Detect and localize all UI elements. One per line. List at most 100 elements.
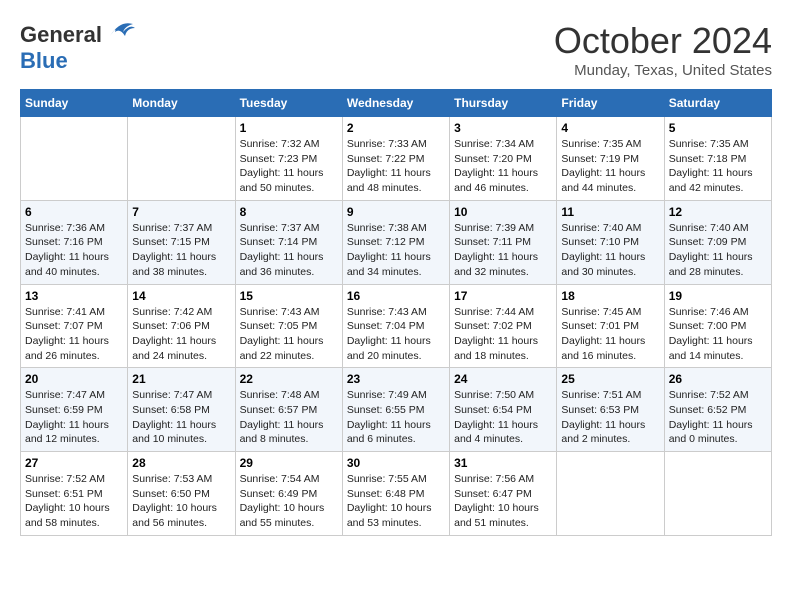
calendar-header-row: SundayMondayTuesdayWednesdayThursdayFrid… xyxy=(21,90,772,117)
day-number: 10 xyxy=(454,205,552,219)
day-content: Sunrise: 7:35 AMSunset: 7:18 PMDaylight:… xyxy=(669,137,767,196)
day-number: 2 xyxy=(347,121,445,135)
calendar-cell: 31 Sunrise: 7:56 AMSunset: 6:47 PMDayligh… xyxy=(450,452,557,536)
title-block: October 2024 Munday, Texas, United State… xyxy=(554,20,772,79)
day-content: Sunrise: 7:33 AMSunset: 7:22 PMDaylight:… xyxy=(347,137,445,196)
day-number: 5 xyxy=(669,121,767,135)
weekday-header-tuesday: Tuesday xyxy=(235,90,342,117)
calendar-cell: 2 Sunrise: 7:33 AMSunset: 7:22 PMDaylight… xyxy=(342,117,449,201)
day-number: 20 xyxy=(25,372,123,386)
calendar-cell: 22Sunrise: 7:48 AMSunset: 6:57 PMDayligh… xyxy=(235,368,342,452)
day-content: Sunrise: 7:41 AMSunset: 7:07 PMDaylight:… xyxy=(25,305,123,364)
day-content: Sunrise: 7:47 AMSunset: 6:58 PMDaylight:… xyxy=(132,388,230,447)
day-number: 31 xyxy=(454,456,552,470)
calendar-cell: 14Sunrise: 7:42 AMSunset: 7:06 PMDayligh… xyxy=(128,284,235,368)
calendar-cell: 25Sunrise: 7:51 AMSunset: 6:53 PMDayligh… xyxy=(557,368,664,452)
logo: General Blue xyxy=(20,20,135,74)
day-content: Sunrise: 7:52 AMSunset: 6:52 PMDaylight:… xyxy=(669,388,767,447)
calendar-cell: 26 Sunrise: 7:52 AMSunset: 6:52 PMDayligh… xyxy=(664,368,771,452)
day-number: 24 xyxy=(454,372,552,386)
calendar-cell: 10 Sunrise: 7:39 AMSunset: 7:11 PMDayligh… xyxy=(450,200,557,284)
day-content: Sunrise: 7:54 AMSunset: 6:49 PMDaylight:… xyxy=(240,472,338,531)
day-number: 18 xyxy=(561,289,659,303)
day-number: 29 xyxy=(240,456,338,470)
weekday-header-thursday: Thursday xyxy=(450,90,557,117)
calendar-cell: 19 Sunrise: 7:46 AMSunset: 7:00 PMDayligh… xyxy=(664,284,771,368)
calendar-cell: 9Sunrise: 7:38 AMSunset: 7:12 PMDaylight… xyxy=(342,200,449,284)
calendar-cell: 18Sunrise: 7:45 AMSunset: 7:01 PMDayligh… xyxy=(557,284,664,368)
day-content: Sunrise: 7:34 AMSunset: 7:20 PMDaylight:… xyxy=(454,137,552,196)
weekday-header-wednesday: Wednesday xyxy=(342,90,449,117)
day-content: Sunrise: 7:49 AMSunset: 6:55 PMDaylight:… xyxy=(347,388,445,447)
weekday-header-monday: Monday xyxy=(128,90,235,117)
calendar-week-row: 13 Sunrise: 7:41 AMSunset: 7:07 PMDayligh… xyxy=(21,284,772,368)
day-content: Sunrise: 7:37 AMSunset: 7:15 PMDaylight:… xyxy=(132,221,230,280)
day-content: Sunrise: 7:32 AMSunset: 7:23 PMDaylight:… xyxy=(240,137,338,196)
day-number: 27 xyxy=(25,456,123,470)
calendar-cell: 27Sunrise: 7:52 AMSunset: 6:51 PMDayligh… xyxy=(21,452,128,536)
calendar-cell: 20 Sunrise: 7:47 AMSunset: 6:59 PMDayligh… xyxy=(21,368,128,452)
day-number: 26 xyxy=(669,372,767,386)
calendar-cell: 6 Sunrise: 7:36 AMSunset: 7:16 PMDaylight… xyxy=(21,200,128,284)
day-content: Sunrise: 7:56 AMSunset: 6:47 PMDaylight:… xyxy=(454,472,552,531)
calendar-cell: 4 Sunrise: 7:35 AMSunset: 7:19 PMDaylight… xyxy=(557,117,664,201)
calendar-week-row: 20 Sunrise: 7:47 AMSunset: 6:59 PMDayligh… xyxy=(21,368,772,452)
calendar-cell: 28 Sunrise: 7:53 AMSunset: 6:50 PMDayligh… xyxy=(128,452,235,536)
calendar-cell: 15Sunrise: 7:43 AMSunset: 7:05 PMDayligh… xyxy=(235,284,342,368)
day-number: 19 xyxy=(669,289,767,303)
day-content: Sunrise: 7:47 AMSunset: 6:59 PMDaylight:… xyxy=(25,388,123,447)
day-number: 30 xyxy=(347,456,445,470)
calendar-cell xyxy=(128,117,235,201)
day-number: 3 xyxy=(454,121,552,135)
day-content: Sunrise: 7:39 AMSunset: 7:11 PMDaylight:… xyxy=(454,221,552,280)
day-content: Sunrise: 7:50 AMSunset: 6:54 PMDaylight:… xyxy=(454,388,552,447)
calendar-cell: 12Sunrise: 7:40 AMSunset: 7:09 PMDayligh… xyxy=(664,200,771,284)
day-number: 7 xyxy=(132,205,230,219)
weekday-header-sunday: Sunday xyxy=(21,90,128,117)
day-number: 11 xyxy=(561,205,659,219)
calendar-cell: 17 Sunrise: 7:44 AMSunset: 7:02 PMDayligh… xyxy=(450,284,557,368)
day-number: 1 xyxy=(240,121,338,135)
day-content: Sunrise: 7:42 AMSunset: 7:06 PMDaylight:… xyxy=(132,305,230,364)
calendar-cell: 8 Sunrise: 7:37 AMSunset: 7:14 PMDaylight… xyxy=(235,200,342,284)
day-content: Sunrise: 7:36 AMSunset: 7:16 PMDaylight:… xyxy=(25,221,123,280)
calendar-table: SundayMondayTuesdayWednesdayThursdayFrid… xyxy=(20,89,772,536)
calendar-week-row: 27Sunrise: 7:52 AMSunset: 6:51 PMDayligh… xyxy=(21,452,772,536)
page-header: General Blue October 2024 Munday, Texas,… xyxy=(20,20,772,79)
calendar-week-row: 6 Sunrise: 7:36 AMSunset: 7:16 PMDaylight… xyxy=(21,200,772,284)
day-content: Sunrise: 7:46 AMSunset: 7:00 PMDaylight:… xyxy=(669,305,767,364)
day-content: Sunrise: 7:43 AMSunset: 7:04 PMDaylight:… xyxy=(347,305,445,364)
day-content: Sunrise: 7:55 AMSunset: 6:48 PMDaylight:… xyxy=(347,472,445,531)
day-number: 25 xyxy=(561,372,659,386)
calendar-cell: 7 Sunrise: 7:37 AMSunset: 7:15 PMDaylight… xyxy=(128,200,235,284)
day-number: 13 xyxy=(25,289,123,303)
calendar-cell xyxy=(21,117,128,201)
calendar-cell xyxy=(557,452,664,536)
day-number: 4 xyxy=(561,121,659,135)
weekday-header-saturday: Saturday xyxy=(664,90,771,117)
location: Munday, Texas, United States xyxy=(554,62,772,79)
calendar-cell: 16 Sunrise: 7:43 AMSunset: 7:04 PMDayligh… xyxy=(342,284,449,368)
month-title: October 2024 xyxy=(554,20,772,62)
calendar-cell: 3 Sunrise: 7:34 AMSunset: 7:20 PMDaylight… xyxy=(450,117,557,201)
day-number: 9 xyxy=(347,205,445,219)
calendar-cell: 21Sunrise: 7:47 AMSunset: 6:58 PMDayligh… xyxy=(128,368,235,452)
calendar-body: 1 Sunrise: 7:32 AMSunset: 7:23 PMDaylight… xyxy=(21,117,772,536)
weekday-header-friday: Friday xyxy=(557,90,664,117)
calendar-cell: 29 Sunrise: 7:54 AMSunset: 6:49 PMDayligh… xyxy=(235,452,342,536)
day-content: Sunrise: 7:53 AMSunset: 6:50 PMDaylight:… xyxy=(132,472,230,531)
day-number: 8 xyxy=(240,205,338,219)
day-content: Sunrise: 7:35 AMSunset: 7:19 PMDaylight:… xyxy=(561,137,659,196)
day-number: 16 xyxy=(347,289,445,303)
calendar-cell: 24 Sunrise: 7:50 AMSunset: 6:54 PMDayligh… xyxy=(450,368,557,452)
day-number: 17 xyxy=(454,289,552,303)
calendar-cell: 30 Sunrise: 7:55 AMSunset: 6:48 PMDayligh… xyxy=(342,452,449,536)
day-number: 23 xyxy=(347,372,445,386)
calendar-cell: 5 Sunrise: 7:35 AMSunset: 7:18 PMDaylight… xyxy=(664,117,771,201)
day-number: 6 xyxy=(25,205,123,219)
day-content: Sunrise: 7:44 AMSunset: 7:02 PMDaylight:… xyxy=(454,305,552,364)
day-content: Sunrise: 7:37 AMSunset: 7:14 PMDaylight:… xyxy=(240,221,338,280)
day-number: 28 xyxy=(132,456,230,470)
calendar-cell: 23 Sunrise: 7:49 AMSunset: 6:55 PMDayligh… xyxy=(342,368,449,452)
day-number: 22 xyxy=(240,372,338,386)
